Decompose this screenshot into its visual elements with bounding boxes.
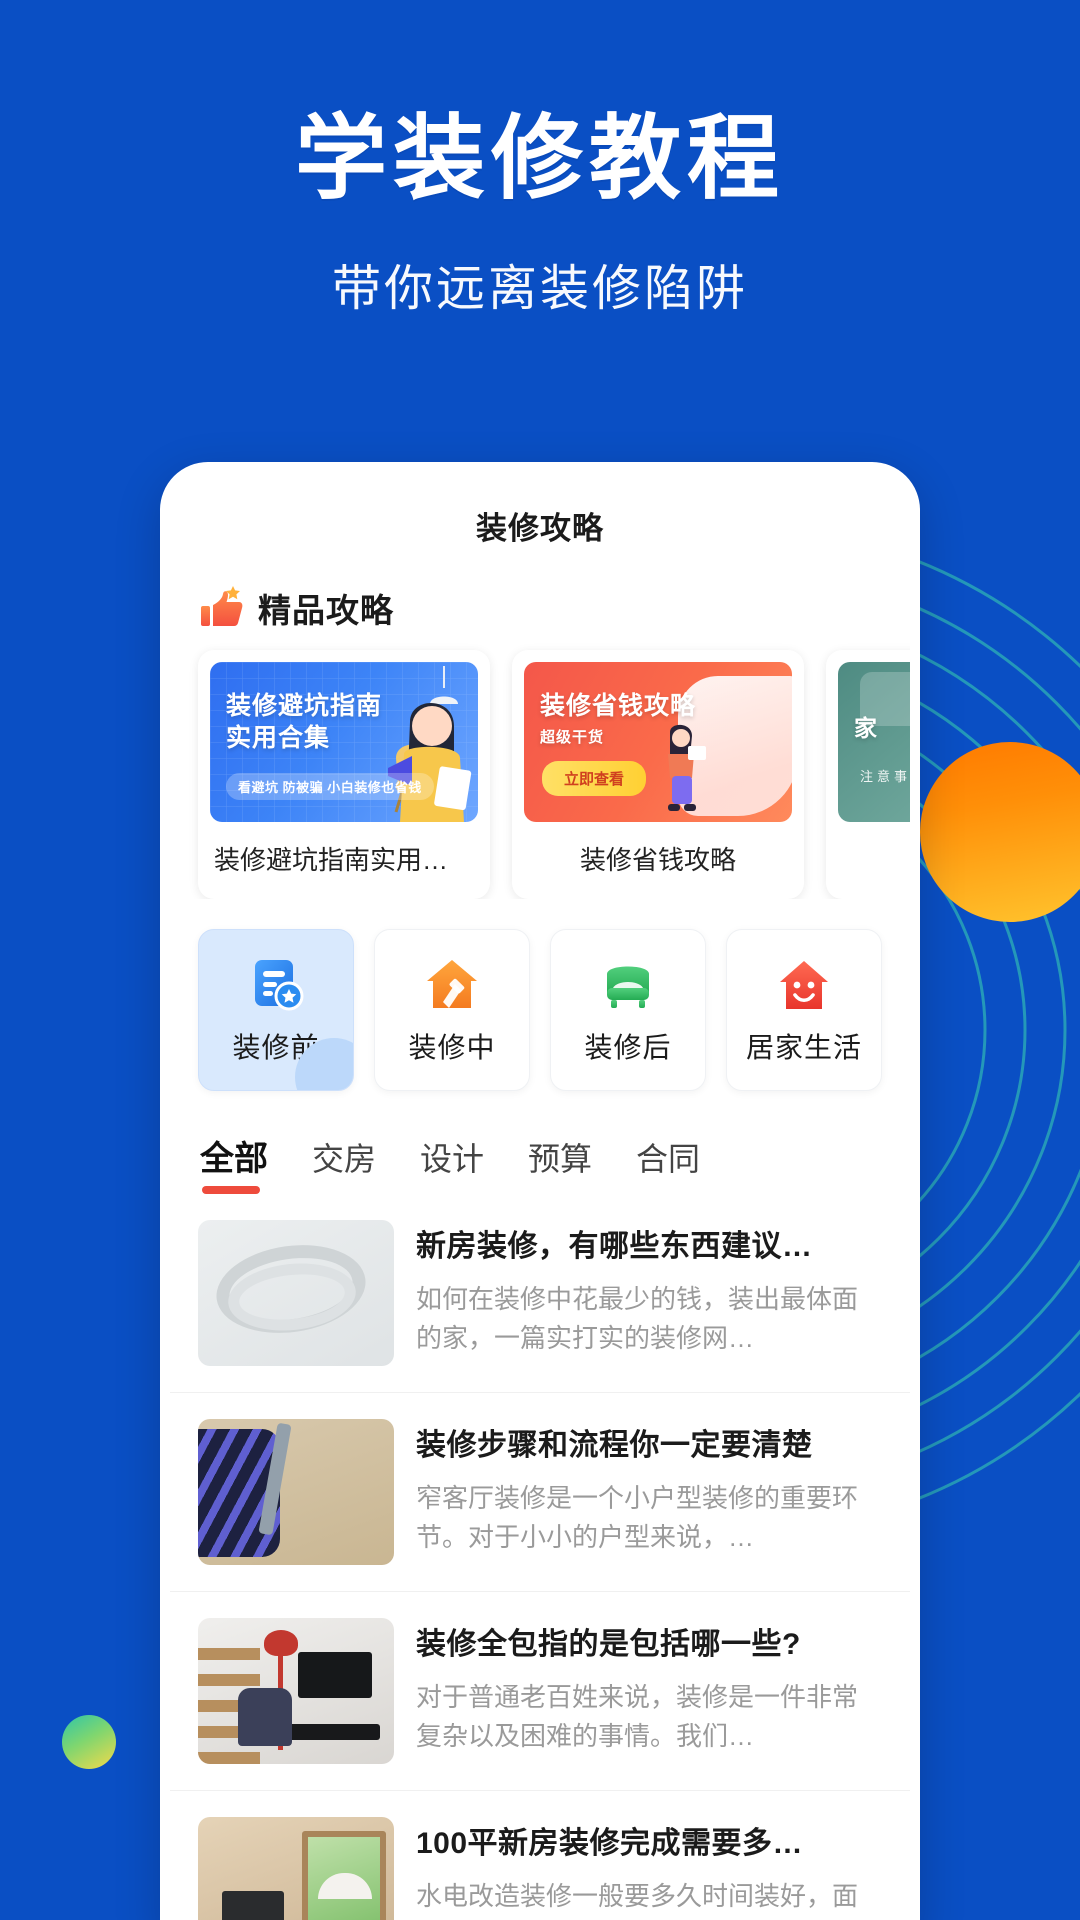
category-label: 居家生活 <box>745 1032 862 1063</box>
guide-card[interactable]: 家 注意事 家居 <box>826 650 910 899</box>
house-hammer-icon <box>421 954 483 1016</box>
article-title: 新房装修，有哪些东西建议… <box>416 1230 813 1264</box>
phone-mockup: 装修攻略 精品攻略 装修避坑指南 实用合集 看避坑 防被骗 小白装修也省钱 装修… <box>160 462 920 1920</box>
article-thumbnail <box>198 1419 394 1565</box>
guide-card[interactable]: 装修省钱攻略 超级干货 立即查看 装修省钱攻略 <box>512 650 804 899</box>
article-thumbnail <box>198 1220 394 1366</box>
guide-banner: 装修省钱攻略 超级干货 立即查看 <box>524 662 792 822</box>
tv-shape <box>298 1652 372 1698</box>
article-text: 装修步骤和流程你一定要清楚 窄客厅装修是一个小户型装修的重要环节。对于小小的户型… <box>416 1419 882 1565</box>
guide-banner-title: 家 <box>854 715 878 741</box>
tab-budget[interactable]: 预算 <box>528 1134 592 1194</box>
guide-card-label: 装修避坑指南实用… <box>214 845 449 875</box>
category-tiles: 装修前 装修中 装修后 居家生活 <box>170 899 910 1097</box>
tab-handover[interactable]: 交房 <box>312 1134 376 1194</box>
category-tile-home-life[interactable]: 居家生活 <box>726 929 882 1091</box>
app-header: 装修攻略 <box>170 472 910 560</box>
document-star-icon <box>245 954 307 1016</box>
guide-banner-tagline: 看避坑 防被骗 小白装修也省钱 <box>226 773 434 800</box>
article-thumbnail <box>198 1618 394 1764</box>
article-filter-tabs: 全部 交房 设计 预算 合同 <box>170 1097 910 1194</box>
category-tile-before[interactable]: 装修前 <box>198 929 354 1091</box>
app-header-title: 装修攻略 <box>476 510 604 546</box>
article-text: 100平新房装修完成需要多… 水电改造装修一般要多久时间装好，面积的大小，装修的… <box>416 1817 882 1920</box>
featured-guides-carousel[interactable]: 装修避坑指南 实用合集 看避坑 防被骗 小白装修也省钱 装修避坑指南实用… 装修… <box>170 642 910 899</box>
featured-guides-title: 精品攻略 <box>258 592 394 629</box>
category-tile-during[interactable]: 装修中 <box>374 929 530 1091</box>
guide-banner-line2: 实用合集 <box>226 724 331 752</box>
category-label: 装修后 <box>584 1032 672 1063</box>
sofa-icon <box>597 954 659 1016</box>
article-text: 新房装修，有哪些东西建议… 如何在装修中花最少的钱，装出最体面的家，一篇实打实的… <box>416 1220 882 1366</box>
page-subtitle: 带你远离装修陷阱 <box>331 262 748 317</box>
guide-banner-note: 注意事 <box>860 769 910 784</box>
house-smile-icon <box>773 954 835 1016</box>
guide-banner-line1: 装修省钱攻略 <box>540 692 697 720</box>
page-title: 学装修教程 <box>294 108 785 210</box>
hero-section: 学装修教程 带你远离装修陷阱 <box>0 0 1080 320</box>
article-title: 装修全包指的是包括哪一些? <box>416 1628 801 1662</box>
lamp-shape <box>264 1630 298 1656</box>
article-title: 100平新房装修完成需要多… <box>416 1827 804 1861</box>
article-description: 如何在装修中花最少的钱，装出最体面的家，一篇实打实的装修网… <box>416 1283 859 1353</box>
guide-banner-title: 装修避坑指南 实用合集 <box>226 690 382 754</box>
guide-cta-button[interactable]: 立即查看 <box>542 761 647 796</box>
article-description: 对于普通老百姓来说，装修是一件非常复杂以及困难的事情。我们… <box>416 1681 859 1751</box>
article-thumbnail <box>198 1817 394 1920</box>
article-list-item[interactable]: 装修全包指的是包括哪一些? 对于普通老百姓来说，装修是一件非常复杂以及困难的事情… <box>170 1592 910 1791</box>
tab-contract[interactable]: 合同 <box>636 1134 700 1194</box>
article-list: 新房装修，有哪些东西建议… 如何在装修中花最少的钱，装出最体面的家，一篇实打实的… <box>170 1194 910 1920</box>
guide-card[interactable]: 装修避坑指南 实用合集 看避坑 防被骗 小白装修也省钱 装修避坑指南实用… <box>198 650 490 899</box>
tab-all[interactable]: 全部 <box>200 1131 268 1194</box>
article-list-item[interactable]: 100平新房装修完成需要多… 水电改造装修一般要多久时间装好，面积的大小，装修的… <box>170 1791 910 1920</box>
phone-screen: 装修攻略 精品攻略 装修避坑指南 实用合集 看避坑 防被骗 小白装修也省钱 装修… <box>170 472 910 1920</box>
category-label: 装修中 <box>408 1032 496 1063</box>
guide-banner: 家 注意事 <box>838 662 910 822</box>
woman-with-megaphone-illustration <box>388 702 472 822</box>
small-gradient-dot-decoration <box>62 1715 116 1769</box>
tv-shape <box>222 1891 284 1920</box>
chair-shape <box>238 1688 292 1746</box>
thumbs-up-star-icon <box>198 584 246 632</box>
article-list-item[interactable]: 装修步骤和流程你一定要清楚 窄客厅装修是一个小户型装修的重要环节。对于小小的户型… <box>170 1393 910 1592</box>
guide-card-label: 家居 <box>838 822 910 899</box>
guide-banner: 装修避坑指南 实用合集 看避坑 防被骗 小白装修也省钱 <box>210 662 478 822</box>
article-title: 装修步骤和流程你一定要清楚 <box>416 1429 813 1463</box>
guide-banner-line1: 装修避坑指南 <box>226 692 383 720</box>
article-text: 装修全包指的是包括哪一些? 对于普通老百姓来说，装修是一件非常复杂以及困难的事情… <box>416 1618 882 1764</box>
article-description: 窄客厅装修是一个小户型装修的重要环节。对于小小的户型来说，… <box>416 1482 859 1552</box>
featured-guides-header: 精品攻略 <box>170 560 910 642</box>
guide-banner-title: 装修省钱攻略 超级干货 <box>540 690 696 747</box>
tab-design[interactable]: 设计 <box>420 1134 484 1194</box>
category-tile-after[interactable]: 装修后 <box>550 929 706 1091</box>
guide-card-label: 装修省钱攻略 <box>579 845 736 875</box>
article-list-item[interactable]: 新房装修，有哪些东西建议… 如何在装修中花最少的钱，装出最体面的家，一篇实打实的… <box>170 1194 910 1393</box>
category-label: 装修前 <box>232 1032 320 1063</box>
guide-banner-subtitle: 超级干货 <box>540 729 605 746</box>
article-description: 水电改造装修一般要多久时间装好，面积的大小，装修的简易这… <box>416 1880 859 1920</box>
